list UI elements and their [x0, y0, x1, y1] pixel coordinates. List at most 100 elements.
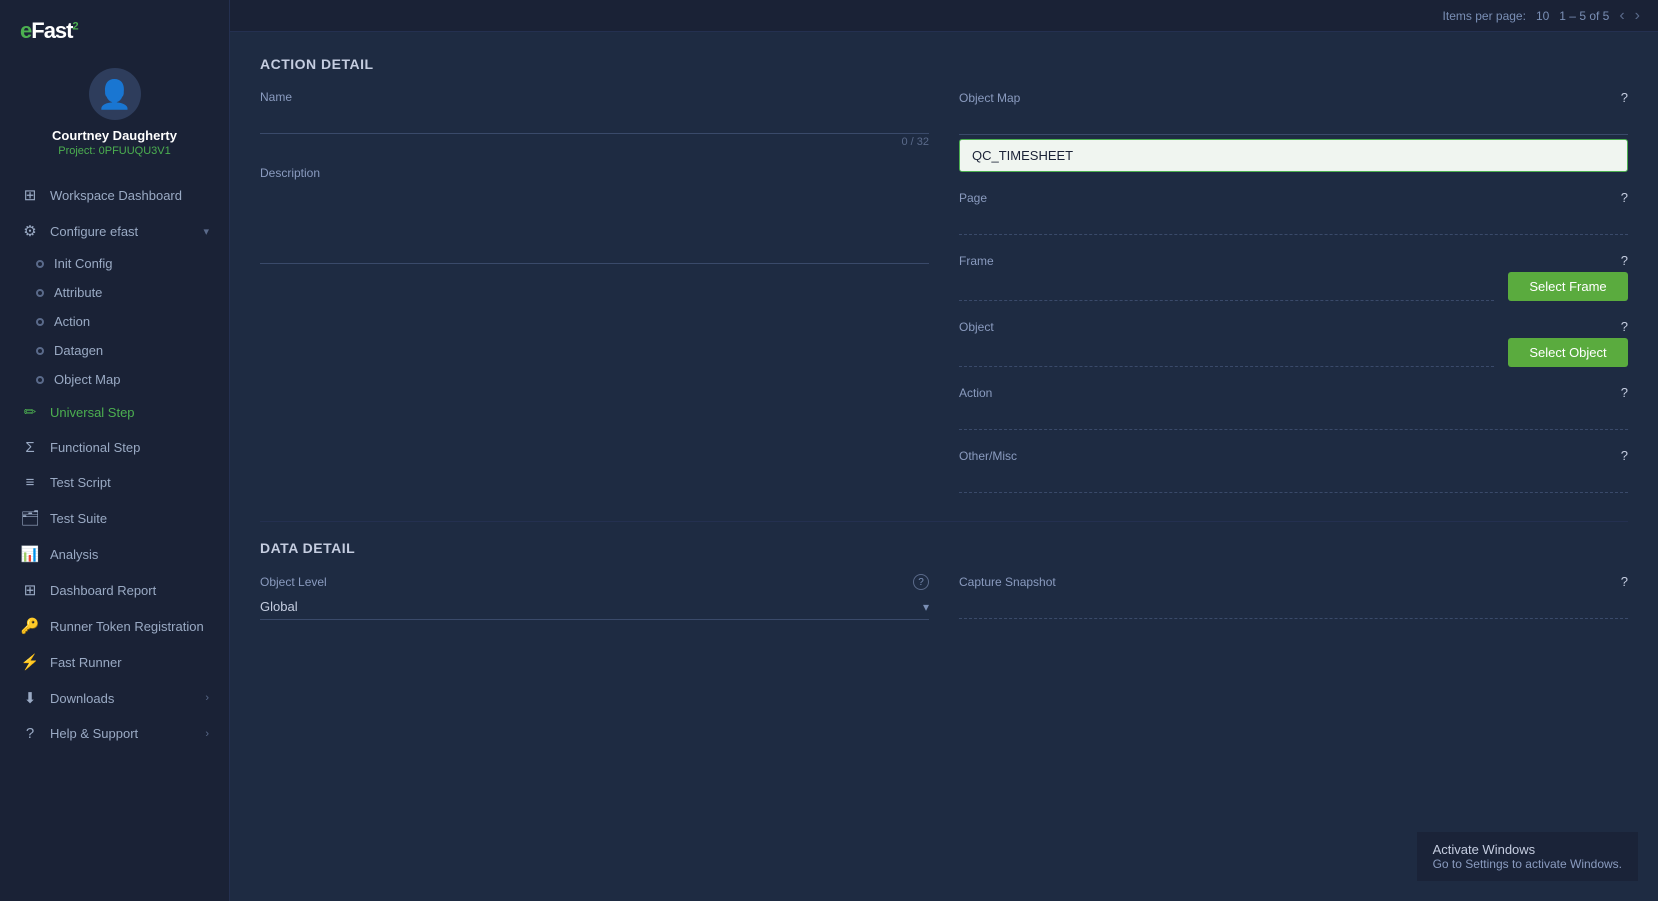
- object-level-help-icon[interactable]: ?: [913, 574, 929, 590]
- object-label: Object: [959, 320, 994, 334]
- object-help-icon[interactable]: ?: [1621, 319, 1628, 334]
- sidebar-item-attribute[interactable]: Attribute: [36, 278, 229, 307]
- object-level-select[interactable]: Global Local Custom: [260, 599, 923, 614]
- section-divider: [260, 521, 1628, 522]
- sidebar-label-fast-runner: Fast Runner: [50, 655, 209, 670]
- sidebar-label-attribute: Attribute: [54, 285, 102, 300]
- items-per-page-value: 10: [1536, 9, 1549, 23]
- sidebar-item-fast-runner[interactable]: ⚡ Fast Runner: [0, 644, 229, 680]
- frame-label: Frame: [959, 254, 994, 268]
- frame-help-icon[interactable]: ?: [1621, 253, 1628, 268]
- page-help-icon[interactable]: ?: [1621, 190, 1628, 205]
- sidebar-label-runner-token: Runner Token Registration: [50, 619, 209, 634]
- sidebar-label-dashboard-report: Dashboard Report: [50, 583, 209, 598]
- configure-efast-icon: ⚙: [20, 222, 40, 240]
- object-input[interactable]: [959, 341, 1494, 367]
- sidebar-label-object-map: Object Map: [54, 372, 120, 387]
- other-misc-field: Other/Misc ?: [959, 448, 1628, 493]
- sidebar-item-object-map[interactable]: Object Map: [36, 365, 229, 394]
- nav-dot: [36, 260, 44, 268]
- object-map-help-icon[interactable]: ?: [1621, 90, 1628, 105]
- action-detail-title: ACTION DETAIL: [260, 56, 1628, 72]
- items-per-page-label: Items per page:: [1443, 9, 1526, 23]
- help-icon: ?: [20, 725, 40, 742]
- chevron-down-icon: ▾: [203, 225, 209, 238]
- sidebar-item-universal-step[interactable]: ✏ Universal Step: [0, 394, 229, 430]
- capture-snapshot-label: Capture Snapshot: [959, 575, 1056, 589]
- main-content: Items per page: 10 1 – 5 of 5 ‹ › ACTION…: [230, 0, 1658, 901]
- sidebar-label-datagen: Datagen: [54, 343, 103, 358]
- sidebar-item-init-config[interactable]: Init Config: [36, 249, 229, 278]
- test-suite-icon: 🗂: [20, 509, 40, 527]
- action-help-icon[interactable]: ?: [1621, 385, 1628, 400]
- data-detail-title: DATA DETAIL: [260, 540, 1628, 556]
- universal-step-icon: ✏: [20, 403, 40, 421]
- sidebar-label-init-config: Init Config: [54, 256, 113, 271]
- test-script-icon: ≡: [20, 474, 40, 491]
- chevron-right-icon: ›: [205, 692, 209, 704]
- object-level-select-wrapper: Global Local Custom ▾: [260, 594, 929, 620]
- avatar: 👤: [89, 68, 141, 120]
- description-label: Description: [260, 166, 929, 180]
- nav-dot: [36, 376, 44, 384]
- data-detail-left: Object Level ? Global Local Custom ▾: [260, 574, 929, 638]
- other-misc-input[interactable]: [959, 467, 1628, 493]
- data-detail-right: Capture Snapshot ?: [959, 574, 1628, 638]
- select-object-button[interactable]: Select Object: [1508, 338, 1628, 367]
- object-map-selected-value: QC_TIMESHEET: [959, 139, 1628, 172]
- pagination-prev[interactable]: ‹: [1619, 7, 1624, 25]
- sidebar-item-functional-step[interactable]: Σ Functional Step: [0, 430, 229, 465]
- page-input[interactable]: [959, 209, 1628, 235]
- sidebar-label-test-suite: Test Suite: [50, 511, 209, 526]
- page-content: ACTION DETAIL Name 0 / 32 Description: [230, 32, 1658, 901]
- name-input[interactable]: [260, 108, 929, 134]
- page-label: Page: [959, 191, 987, 205]
- sidebar-label-configure-efast: Configure efast: [50, 224, 203, 239]
- description-input[interactable]: [260, 184, 929, 264]
- sidebar-item-workspace-dashboard[interactable]: ⊞ Workspace Dashboard: [0, 177, 229, 213]
- object-level-field: Object Level ? Global Local Custom ▾: [260, 574, 929, 620]
- chevron-right-icon-help: ›: [205, 728, 209, 740]
- description-field-group: Description: [260, 166, 929, 267]
- nav-dot: [36, 289, 44, 297]
- other-misc-label: Other/Misc: [959, 449, 1017, 463]
- sidebar-item-test-suite[interactable]: 🗂 Test Suite: [0, 500, 229, 536]
- action-label: Action: [959, 386, 992, 400]
- select-frame-button[interactable]: Select Frame: [1508, 272, 1628, 301]
- frame-row: Select Frame: [959, 272, 1628, 301]
- frame-field: Frame ? Select Frame: [959, 253, 1628, 301]
- form-right: Object Map ? QC_TIMESHEET Page ?: [959, 90, 1628, 511]
- sidebar-item-analysis[interactable]: 📊 Analysis: [0, 536, 229, 572]
- sidebar-label-workspace-dashboard: Workspace Dashboard: [50, 188, 209, 203]
- sidebar-item-runner-token-registration[interactable]: 🔑 Runner Token Registration: [0, 608, 229, 644]
- app-logo: eFast2: [20, 18, 78, 44]
- data-detail-layout: Object Level ? Global Local Custom ▾: [260, 574, 1628, 638]
- sidebar-item-test-script[interactable]: ≡ Test Script: [0, 465, 229, 500]
- analysis-icon: 📊: [20, 545, 40, 563]
- frame-header: Frame ?: [959, 253, 1628, 268]
- user-project: Project: 0PFUUQU3V1: [58, 145, 171, 157]
- functional-step-icon: Σ: [20, 439, 40, 456]
- sidebar-item-datagen[interactable]: Datagen: [36, 336, 229, 365]
- fast-runner-icon: ⚡: [20, 653, 40, 671]
- capture-snapshot-help-icon[interactable]: ?: [1621, 574, 1628, 589]
- object-map-search-input[interactable]: [959, 109, 1628, 135]
- capture-snapshot-input[interactable]: [959, 593, 1628, 619]
- object-map-field: Object Map ? QC_TIMESHEET: [959, 90, 1628, 172]
- frame-input[interactable]: [959, 275, 1494, 301]
- other-misc-header: Other/Misc ?: [959, 448, 1628, 463]
- pagination-next[interactable]: ›: [1635, 7, 1640, 25]
- action-input[interactable]: [959, 404, 1628, 430]
- sidebar-item-help-support[interactable]: ? Help & Support ›: [0, 716, 229, 751]
- sidebar-item-action[interactable]: Action: [36, 307, 229, 336]
- sidebar-nav: ⊞ Workspace Dashboard ⚙ Configure efast …: [0, 173, 229, 901]
- sidebar-item-configure-efast[interactable]: ⚙ Configure efast ▾: [0, 213, 229, 249]
- user-section: 👤 Courtney Daugherty Project: 0PFUUQU3V1: [0, 58, 229, 173]
- runner-token-icon: 🔑: [20, 617, 40, 635]
- sidebar-item-downloads[interactable]: ⬇ Downloads ›: [0, 680, 229, 716]
- downloads-icon: ⬇: [20, 689, 40, 707]
- page-field: Page ?: [959, 190, 1628, 235]
- sidebar-item-dashboard-report[interactable]: ⊞ Dashboard Report: [0, 572, 229, 608]
- other-misc-help-icon[interactable]: ?: [1621, 448, 1628, 463]
- capture-snapshot-field: Capture Snapshot ?: [959, 574, 1628, 619]
